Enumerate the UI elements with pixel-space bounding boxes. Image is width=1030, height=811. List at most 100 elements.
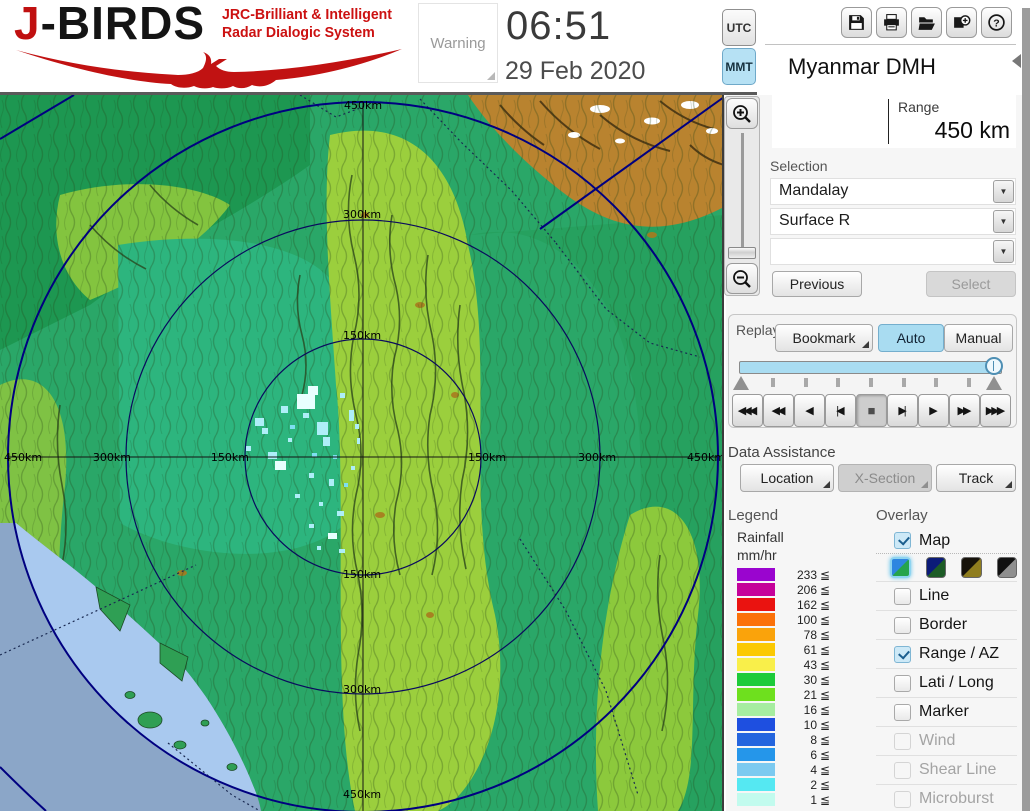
legend-color-swatch: [737, 763, 775, 776]
legend-lte-symbol: ≦: [820, 747, 831, 762]
transport-controls: ◀◀◀ ◀◀ ◀ |◀ ■ ▶| ▶ ▶▶ ▶▶▶: [732, 394, 1011, 427]
chevron-down-icon[interactable]: ▼: [993, 240, 1014, 263]
replay-range-start-marker[interactable]: [733, 376, 749, 390]
replay-label: Replay: [736, 322, 780, 338]
capture-button[interactable]: [946, 7, 977, 38]
replay-slider-track[interactable]: [739, 361, 1002, 374]
product-dropdown[interactable]: Surface R ▼: [770, 208, 1016, 235]
mmt-button[interactable]: MMT: [722, 48, 756, 85]
range-box: Range 450 km: [772, 95, 1016, 148]
utc-button[interactable]: UTC: [722, 9, 756, 46]
zoom-in-button[interactable]: [726, 98, 758, 129]
overlay-checkbox[interactable]: [894, 674, 911, 692]
site-dropdown[interactable]: Mandalay ▼: [770, 178, 1016, 205]
previous-button[interactable]: Previous: [772, 271, 862, 297]
radar-echo-cell: [295, 494, 300, 498]
radar-echo-cell: [329, 479, 334, 486]
zoom-out-button[interactable]: [726, 263, 758, 294]
open-file-button[interactable]: [911, 7, 942, 38]
legend-value: 162: [796, 597, 817, 612]
legend-value: 61: [803, 642, 817, 657]
collapse-panel-icon[interactable]: [1012, 54, 1021, 68]
radar-echo-cell: [355, 424, 359, 429]
legend-row: 8 ≦: [737, 732, 830, 747]
zoom-out-icon: [733, 269, 751, 288]
bookmark-button[interactable]: Bookmark: [775, 324, 873, 352]
legend-value: 100: [796, 612, 817, 627]
range-label: Range: [898, 99, 940, 115]
zoom-slider-handle[interactable]: [728, 247, 756, 259]
legend-value: 206: [796, 582, 817, 597]
legend-lte-symbol: ≦: [820, 567, 831, 582]
replay-slider-handle[interactable]: [985, 357, 1003, 375]
manual-mode-button[interactable]: Manual: [944, 324, 1013, 352]
save-button[interactable]: [841, 7, 872, 38]
range-value: 450 km: [934, 117, 1010, 143]
capture-icon: [954, 15, 971, 28]
menu-corner-icon: [823, 481, 830, 488]
radar-map-viewport[interactable]: 450km 300km 150km 150km 300km 450km 450km 300km…: [0, 95, 724, 811]
legend-row: 10 ≦: [737, 717, 830, 732]
chevron-down-icon[interactable]: ▼: [993, 180, 1014, 203]
overlay-checkbox[interactable]: [894, 532, 911, 549]
radar-echo-cell: [297, 394, 315, 409]
overlay-list: Map Line Border Range / AZ Lati / Long M…: [876, 528, 1018, 811]
transport-rewind-fast-button[interactable]: ◀◀: [763, 394, 794, 427]
map-style-black-olive[interactable]: [961, 557, 982, 578]
legend-lte-symbol: ≦: [820, 612, 831, 627]
range-ring-label: 150km: [343, 329, 381, 342]
select-button[interactable]: Select: [926, 271, 1016, 297]
legend-color-swatch: [737, 673, 775, 686]
overlay-checkbox[interactable]: [894, 616, 911, 634]
transport-rewind-fastest-button[interactable]: ◀◀◀: [732, 394, 763, 427]
legend-lte-symbol: ≦: [820, 642, 831, 657]
radar-echo-cell: [319, 502, 323, 506]
x-section-button[interactable]: X-Section: [838, 464, 932, 492]
eagle-logo-icon: [16, 49, 402, 89]
auto-mode-button[interactable]: Auto: [878, 324, 944, 352]
legend-value: 6: [810, 747, 817, 762]
legend-row: 21 ≦: [737, 687, 830, 702]
transport-stop-button[interactable]: ■: [856, 394, 887, 427]
radar-echo-cell: [309, 473, 314, 478]
overlay-item-label: Range / AZ: [919, 645, 1000, 662]
radar-echo-cell: [340, 393, 345, 398]
track-button[interactable]: Track: [936, 464, 1016, 492]
range-ring-label: 150km: [211, 451, 249, 464]
replay-range-end-marker[interactable]: [986, 376, 1002, 390]
transport-step-back-button[interactable]: |◀: [825, 394, 856, 427]
legend-row: 1 ≦: [737, 792, 830, 807]
print-button[interactable]: [876, 7, 907, 38]
panel-edge-strip[interactable]: [1022, 8, 1030, 811]
location-button[interactable]: Location: [740, 464, 834, 492]
radar-echo-cell: [344, 483, 348, 487]
clock-date: 29 Feb 2020: [505, 57, 646, 85]
map-style-navy-darkgreen[interactable]: [925, 557, 947, 578]
overlay-checkbox[interactable]: [894, 645, 911, 663]
overlay-checkbox[interactable]: [894, 587, 911, 605]
legend-value: 4: [810, 762, 817, 777]
zoom-slider-track[interactable]: [741, 133, 744, 259]
radar-echo-cell: [351, 466, 355, 470]
option-dropdown[interactable]: ▼: [770, 238, 1016, 265]
panel-separator: [765, 44, 1016, 45]
range-ring-label: 150km: [343, 568, 381, 581]
transport-step-forward-button[interactable]: ▶|: [887, 394, 918, 427]
warning-button[interactable]: Warning: [418, 3, 498, 83]
transport-forward-fast-button[interactable]: ▶▶: [949, 394, 980, 427]
legend-value: 30: [803, 672, 817, 687]
map-style-black-gray[interactable]: [996, 557, 1018, 578]
radar-echo-cell: [290, 425, 295, 429]
legend-rows: 233 ≦ 206 ≦ 162 ≦ 100 ≦ 78 ≦ 61 ≦ 43 ≦ 3…: [737, 567, 830, 807]
legend-value: 2: [810, 777, 817, 792]
chevron-down-icon[interactable]: ▼: [993, 210, 1014, 233]
logo-title: J-BIRDS: [14, 0, 206, 49]
transport-play-button[interactable]: ▶: [918, 394, 949, 427]
overlay-checkbox[interactable]: [894, 703, 911, 721]
map-style-blue-green[interactable]: [890, 557, 911, 578]
transport-forward-fastest-button[interactable]: ▶▶▶: [980, 394, 1011, 427]
resize-grip-icon: [487, 72, 495, 80]
help-button[interactable]: ?: [981, 7, 1012, 38]
overlay-item-lati-long: Lati / Long: [876, 669, 1017, 698]
transport-play-reverse-button[interactable]: ◀: [794, 394, 825, 427]
